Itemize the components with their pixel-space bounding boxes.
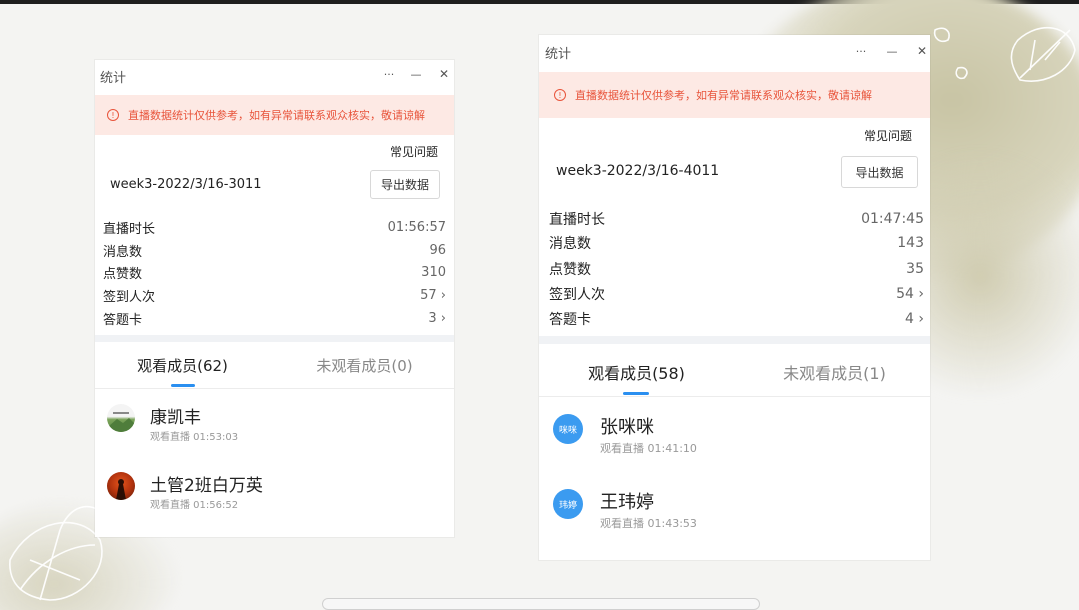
member-name: 康凯丰 — [150, 408, 201, 428]
chevron-right-icon: › — [918, 286, 924, 302]
section-divider — [539, 336, 930, 344]
notice-banner: ! 直播数据统计仅供参考，如有异常请联系观众核实，敬请谅解 — [95, 95, 454, 135]
avatar: 玮婷 — [553, 489, 583, 519]
stat-label: 答题卡 — [549, 312, 591, 328]
member-list-item[interactable]: 康凯丰 观看直播 01:53:03 — [95, 400, 454, 455]
tab-divider — [95, 388, 454, 389]
active-tab-indicator — [623, 392, 649, 395]
stats-window-2: 统计 ··· — ✕ ! 直播数据统计仅供参考，如有异常请联系观众核实，敬请谅解… — [539, 35, 930, 560]
export-data-button[interactable]: 导出数据 — [370, 170, 440, 199]
stat-row: 直播时长 01:47:45 — [539, 209, 930, 229]
title-bar[interactable]: 统计 — [539, 35, 930, 67]
member-name: 张咪咪 — [600, 417, 654, 438]
tab-watched-members[interactable]: 观看成员(62) — [95, 355, 270, 376]
stat-row-quiz[interactable]: 答题卡 3 › — [95, 309, 454, 328]
stat-value: 35 — [906, 261, 924, 277]
stat-row-checkin[interactable]: 签到人次 54 › — [539, 284, 930, 304]
stat-row-quiz[interactable]: 答题卡 4 › — [539, 309, 930, 329]
stat-value: 4 — [905, 311, 914, 327]
minimize-icon[interactable]: — — [408, 66, 424, 82]
stat-label: 签到人次 — [549, 287, 605, 303]
active-tab-indicator — [171, 384, 195, 387]
stat-row: 消息数 96 — [95, 241, 454, 260]
stat-row: 消息数 143 — [539, 233, 930, 253]
member-watch-time: 观看直播 01:43:53 — [600, 517, 697, 530]
sunset-avatar-icon — [116, 479, 126, 500]
horizontal-scrollbar[interactable] — [322, 598, 760, 610]
notice-text: 直播数据统计仅供参考，如有异常请联系观众核实，敬请谅解 — [575, 89, 872, 102]
tab-watched-members[interactable]: 观看成员(58) — [539, 360, 734, 384]
chevron-right-icon: › — [918, 311, 924, 327]
info-icon: ! — [554, 89, 566, 101]
chevron-right-icon: › — [440, 310, 446, 326]
stat-label: 答题卡 — [103, 312, 143, 328]
member-watch-time: 观看直播 01:56:52 — [150, 500, 239, 511]
avatar — [107, 472, 135, 500]
tab-divider — [539, 396, 930, 397]
tab-unwatched-members[interactable]: 未观看成员(1) — [739, 360, 930, 384]
stat-row: 点赞数 310 — [95, 263, 454, 282]
member-list-item[interactable]: 玮婷 王玮婷 观看直播 01:43:53 — [539, 485, 930, 545]
close-icon[interactable]: ✕ — [436, 66, 452, 82]
stat-label: 点赞数 — [549, 262, 591, 278]
title-bar[interactable]: 统计 — [95, 60, 454, 88]
stat-value: 01:56:57 — [387, 219, 446, 235]
stat-value: 3 — [428, 310, 437, 326]
section-divider — [95, 335, 454, 342]
stat-value: 143 — [897, 235, 924, 251]
stat-row: 直播时长 01:56:57 — [95, 218, 454, 237]
chevron-right-icon: › — [440, 287, 446, 303]
notice-text: 直播数据统计仅供参考，如有异常请联系观众核实，敬请谅解 — [128, 109, 425, 122]
stat-label: 签到人次 — [103, 289, 156, 305]
stat-label: 直播时长 — [549, 212, 605, 228]
stat-label: 消息数 — [103, 244, 143, 260]
member-name: 土管2班白万英 — [150, 476, 263, 496]
stat-label: 直播时长 — [103, 221, 156, 237]
faq-link[interactable]: 常见问题 — [390, 143, 438, 160]
stat-value: 57 — [420, 287, 437, 303]
avatar — [107, 404, 135, 432]
stat-row: 点赞数 35 — [539, 259, 930, 279]
stat-value: 54 — [896, 286, 914, 302]
stat-label: 点赞数 — [103, 266, 143, 282]
session-name: week3-2022/3/16-3011 — [110, 177, 262, 192]
close-icon[interactable]: ✕ — [914, 43, 930, 59]
member-watch-time: 观看直播 01:41:10 — [600, 442, 697, 455]
window-title: 统计 — [545, 47, 572, 62]
stat-row-checkin[interactable]: 签到人次 57 › — [95, 286, 454, 305]
member-list-item[interactable]: 土管2班白万英 观看直播 01:56:52 — [95, 468, 454, 523]
window-title: 统计 — [100, 71, 127, 86]
stat-value: 310 — [421, 264, 446, 280]
more-icon[interactable]: ··· — [853, 43, 869, 59]
minimize-icon[interactable]: — — [884, 43, 900, 59]
avatar: 咪咪 — [553, 414, 583, 444]
tab-unwatched-members[interactable]: 未观看成员(0) — [275, 355, 454, 376]
more-icon[interactable]: ··· — [381, 66, 397, 82]
member-list-item[interactable]: 咪咪 张咪咪 观看直播 01:41:10 — [539, 410, 930, 470]
notice-banner: ! 直播数据统计仅供参考，如有异常请联系观众核实，敬请谅解 — [539, 72, 930, 118]
stats-window-1: 统计 ··· — ✕ ! 直播数据统计仅供参考，如有异常请联系观众核实，敬请谅解… — [95, 60, 454, 537]
stat-value: 96 — [429, 242, 446, 258]
landscape-avatar-icon — [107, 412, 135, 432]
stat-value: 01:47:45 — [861, 211, 924, 227]
member-name: 王玮婷 — [600, 492, 654, 513]
member-watch-time: 观看直播 01:53:03 — [150, 432, 239, 443]
faq-link[interactable]: 常见问题 — [864, 127, 912, 144]
stat-label: 消息数 — [549, 236, 591, 252]
info-icon: ! — [107, 109, 119, 121]
export-data-button[interactable]: 导出数据 — [841, 156, 918, 188]
session-name: week3-2022/3/16-4011 — [556, 163, 720, 179]
